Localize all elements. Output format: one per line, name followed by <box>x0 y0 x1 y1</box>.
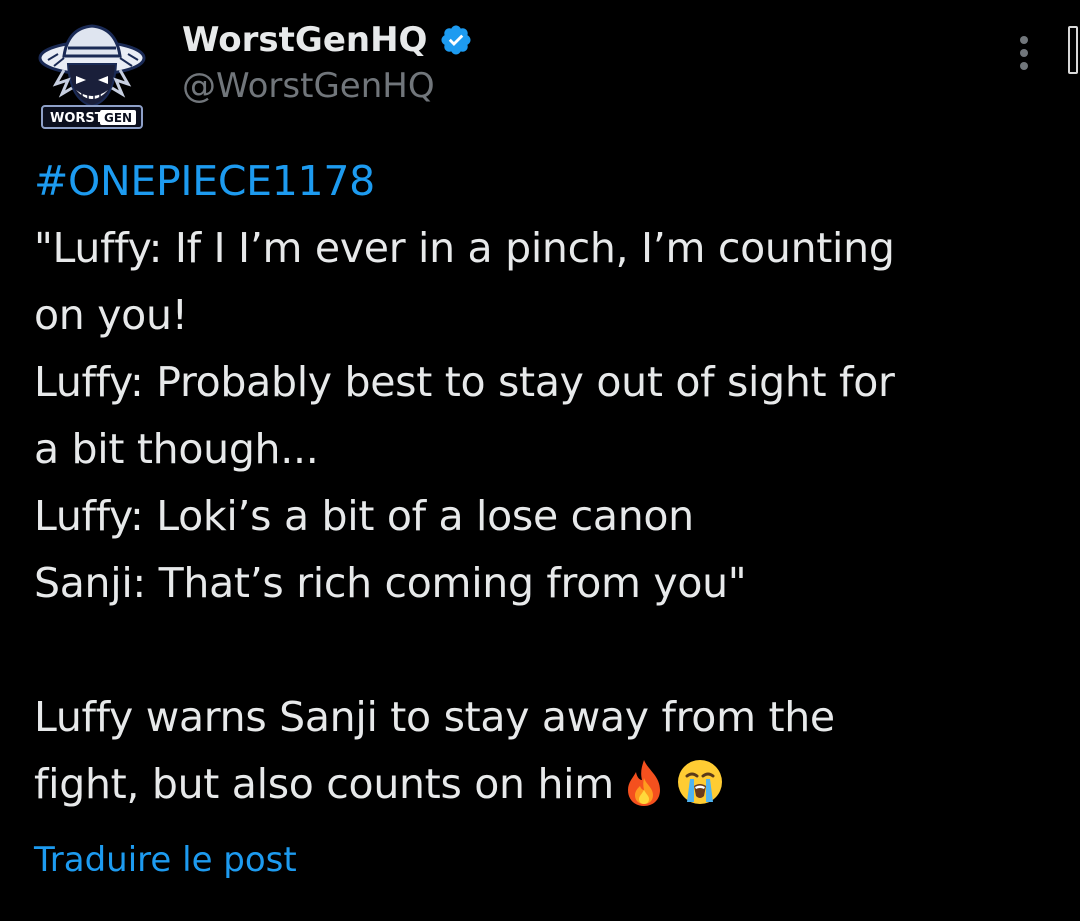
tweet-line: Luffy warns Sanji to stay away from the <box>34 693 835 741</box>
tweet-line: Luffy: Loki’s a bit of a lose canon <box>34 492 694 540</box>
author-handle[interactable]: @WorstGenHQ <box>182 66 435 106</box>
tweet-line: Sanji: That’s rich coming from you" <box>34 559 747 607</box>
loudly-crying-face-emoji-icon <box>674 756 726 808</box>
avatar-logo-text-worst: WORST <box>50 111 104 126</box>
more-vertical-icon[interactable] <box>1010 34 1038 76</box>
tweet-line: on you! <box>34 291 188 339</box>
tweet-line: a bit though... <box>34 425 319 473</box>
author-display-name[interactable]: WorstGenHQ <box>182 20 427 60</box>
avatar[interactable]: WORST GEN <box>28 14 156 142</box>
scrollbar-thumb[interactable] <box>1068 26 1078 74</box>
author-name-row[interactable]: WorstGenHQ <box>182 16 473 64</box>
fire-emoji-icon <box>618 756 670 808</box>
tweet-line-text: fight, but also counts on him <box>34 760 614 808</box>
translate-post-link[interactable]: Traduire le post <box>34 840 297 880</box>
hashtag-link[interactable]: #ONEPIECE1178 <box>34 148 1054 215</box>
tweet-text: #ONEPIECE1178 "Luffy: If I I’m ever in a… <box>34 148 1054 818</box>
tweet: WORST GEN WorstGenHQ @WorstGenHQ #ONEPIE… <box>0 0 1080 921</box>
tweet-line-with-emojis: fight, but also counts on him <box>34 751 1054 818</box>
tweet-line: "Luffy: If I I’m ever in a pinch, I’m co… <box>34 224 895 272</box>
worstgen-logo-icon: WORST GEN <box>38 24 146 129</box>
tweet-line: Luffy: Probably best to stay out of sigh… <box>34 358 895 406</box>
avatar-logo-text-gen: GEN <box>104 111 132 125</box>
verified-badge-icon <box>439 23 473 57</box>
